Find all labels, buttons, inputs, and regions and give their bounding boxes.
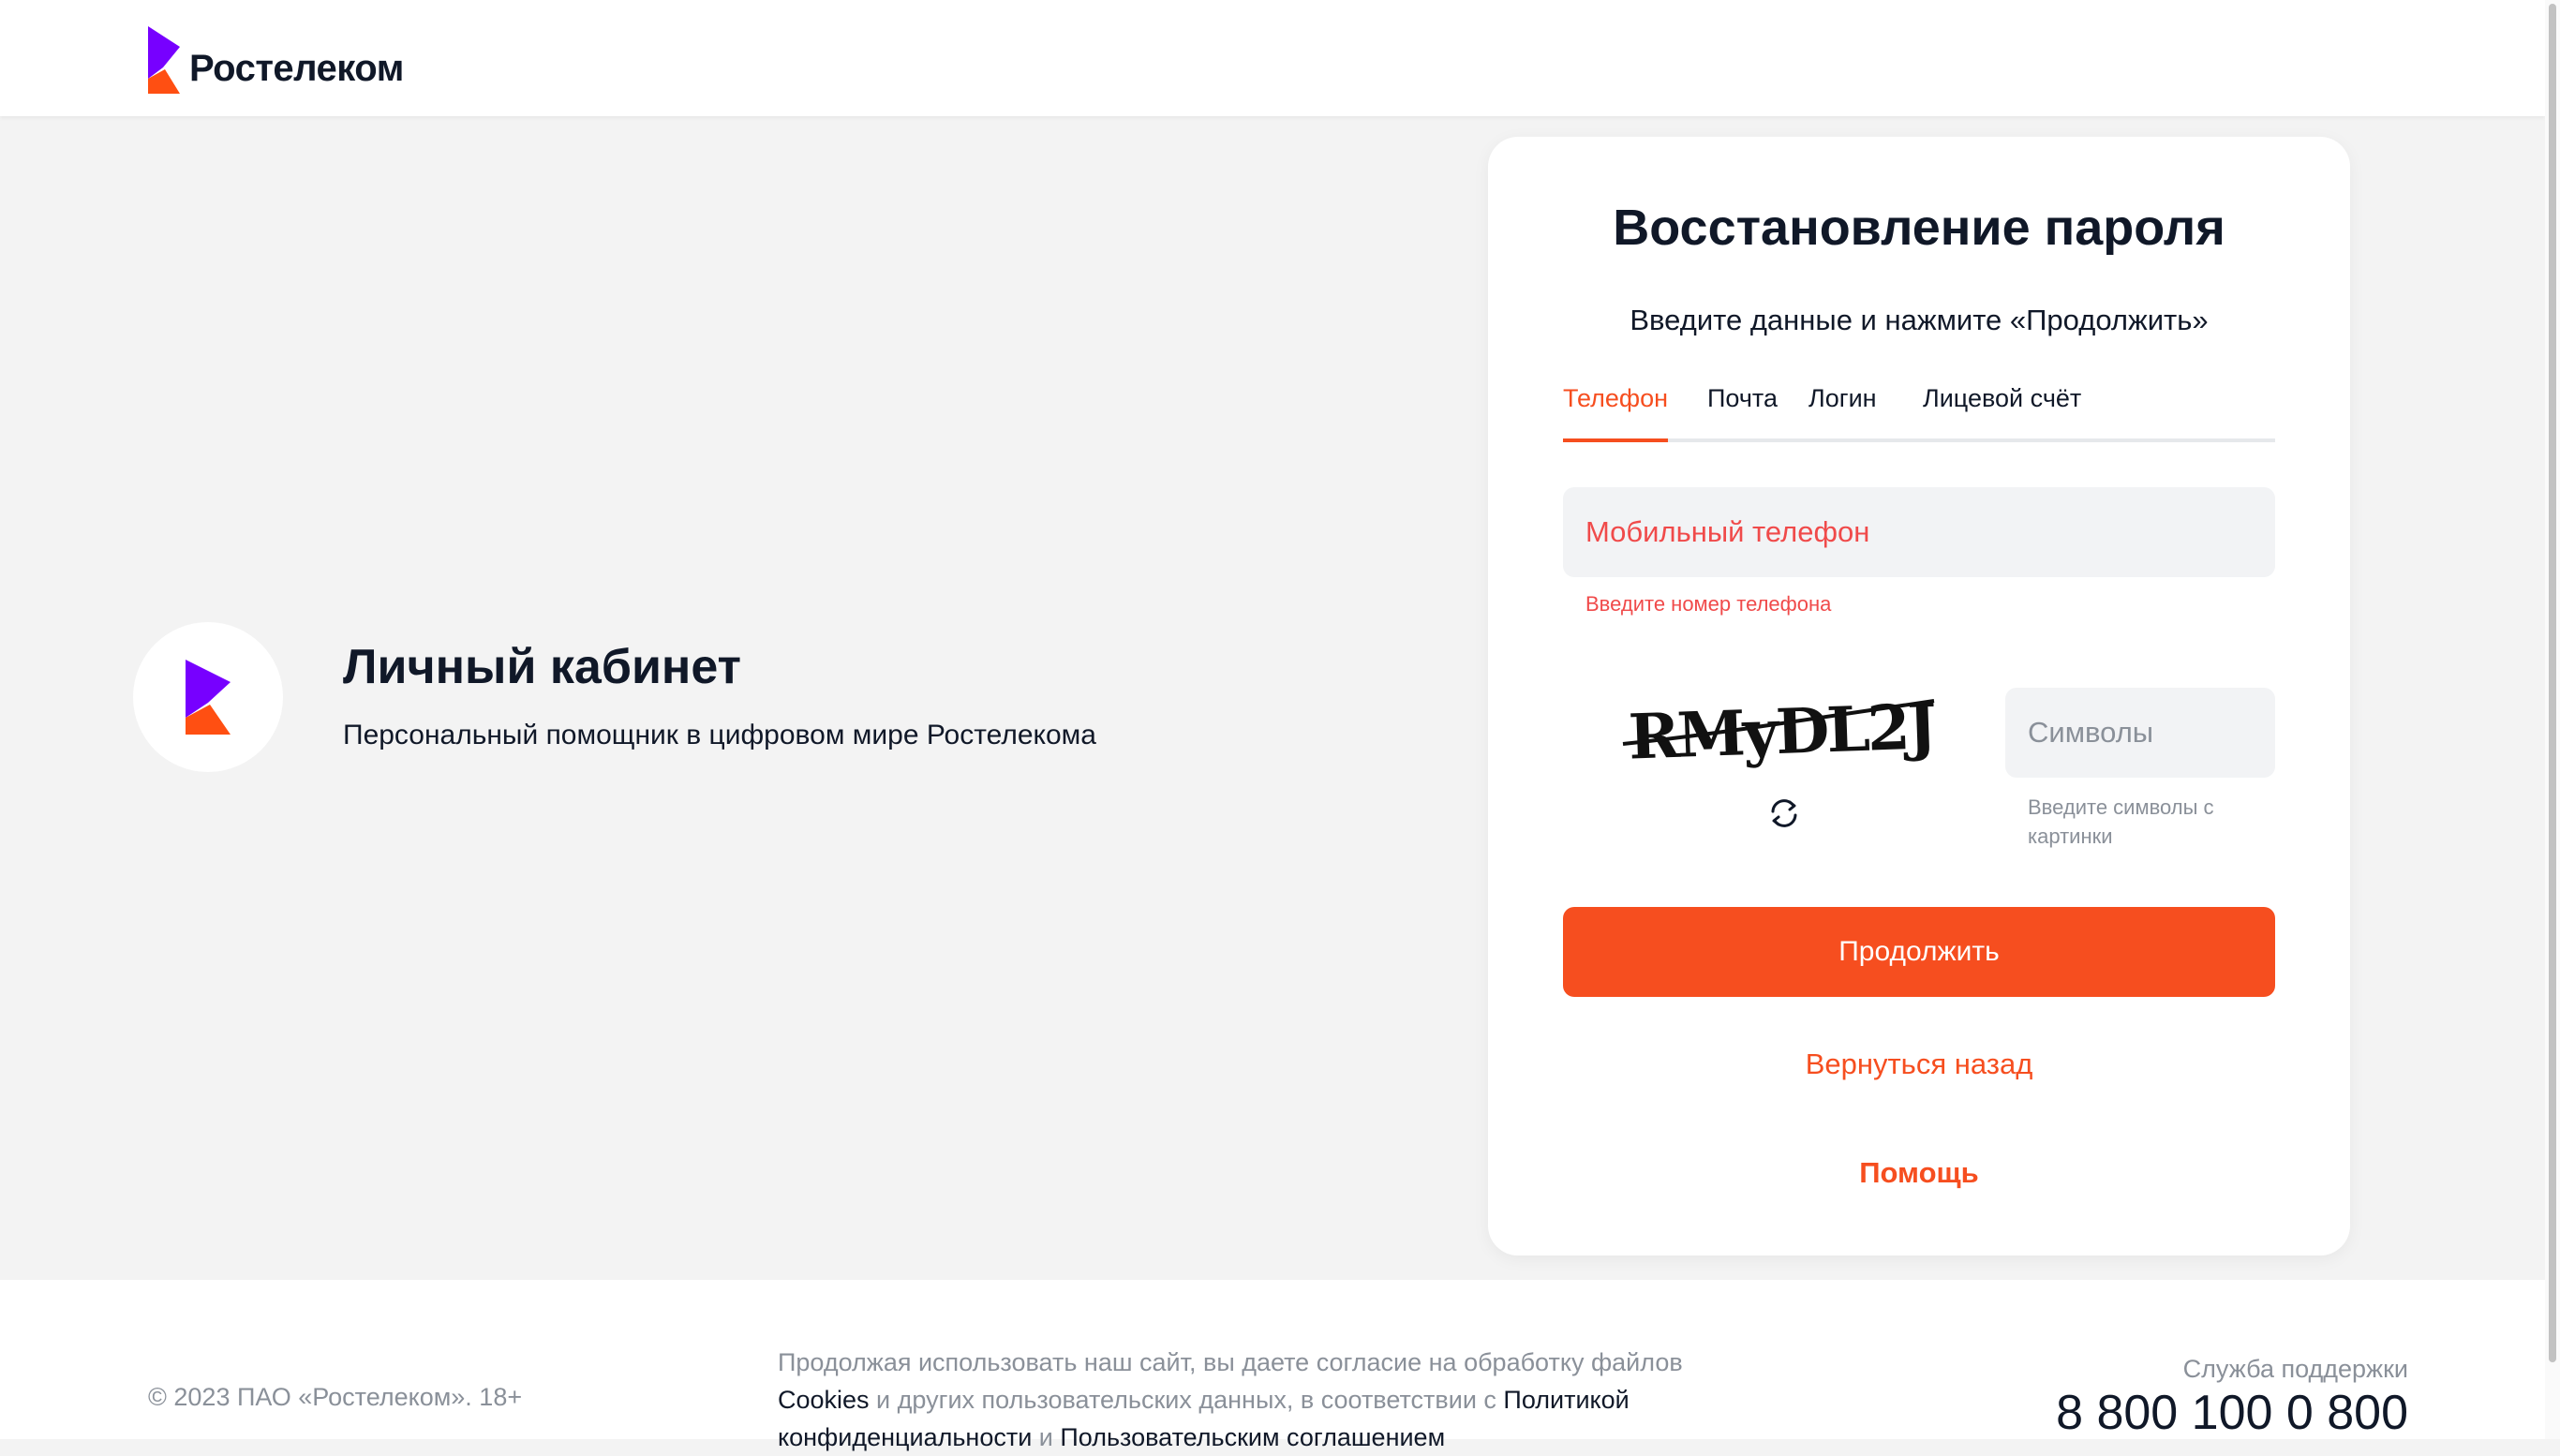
copyright-text: © 2023 ПАО «Ростелеком». 18+ <box>148 1383 523 1411</box>
rostelecom-logo-icon <box>186 660 231 735</box>
captcha-hint: Введите символы с картинки <box>2028 795 2214 848</box>
captcha-input-placeholder: Символы <box>2028 716 2154 749</box>
page-subtitle: Введите данные и нажмите «Продолжить» <box>1630 304 2209 336</box>
scrollbar-thumb[interactable] <box>2549 4 2556 1362</box>
logo[interactable]: Ростелеком <box>148 26 404 94</box>
legal-notice: Продолжая использовать наш сайт, вы дает… <box>778 1344 1734 1456</box>
phone-input[interactable]: Мобильный телефон <box>1563 487 2275 577</box>
user-agreement-link[interactable]: Пользовательским соглашением <box>1060 1423 1445 1451</box>
tab-account[interactable]: Лицевой счёт <box>1923 384 2081 438</box>
rostelecom-logo-icon <box>148 26 180 94</box>
promo-title: Личный кабинет <box>343 640 742 694</box>
recovery-method-tabs: Телефон Почта Логин Лицевой счёт <box>1563 384 2275 442</box>
phone-error-message: Введите номер телефона <box>1585 592 1832 616</box>
svg-text:RMyDL2J: RMyDL2J <box>1628 690 1936 770</box>
tab-email[interactable]: Почта <box>1707 384 1778 438</box>
back-link[interactable]: Вернуться назад <box>1488 1047 2350 1081</box>
promo-logo-badge <box>133 622 283 772</box>
logo-text: Ростелеком <box>189 47 404 89</box>
tab-login[interactable]: Логин <box>1808 384 1877 438</box>
tab-phone[interactable]: Телефон <box>1563 384 1669 442</box>
captcha-input[interactable]: Символы <box>2005 688 2275 778</box>
page-scrollbar[interactable] <box>2545 0 2560 1439</box>
support-phone[interactable]: 8 800 100 0 800 <box>2056 1385 2408 1441</box>
refresh-icon[interactable] <box>1765 795 1803 832</box>
phone-input-placeholder: Мобильный телефон <box>1585 515 1870 548</box>
site-footer: © 2023 ПАО «Ростелеком». 18+ Продолжая и… <box>0 1280 2545 1451</box>
password-recovery-card: Восстановление пароля Введите данные и н… <box>1488 137 2350 1255</box>
captcha-image: RMyDL2J <box>1622 690 1936 770</box>
continue-button[interactable]: Продолжить <box>1563 907 2275 997</box>
promo-subtitle: Персональный помощник в цифровом мире Ро… <box>343 720 1096 750</box>
legal-text-3: и <box>1032 1423 1061 1451</box>
site-header: Ростелеком <box>0 0 2545 116</box>
legal-text-1: Продолжая использовать наш сайт, вы дает… <box>778 1348 1683 1376</box>
help-link[interactable]: Помощь <box>1488 1156 2350 1190</box>
support-label: Служба поддержки <box>2182 1355 2408 1383</box>
page-title: Восстановление пароля <box>1613 200 2225 256</box>
cookies-link[interactable]: Cookies <box>778 1386 870 1414</box>
legal-text-2: и других пользовательских данных, в соот… <box>869 1386 1504 1414</box>
